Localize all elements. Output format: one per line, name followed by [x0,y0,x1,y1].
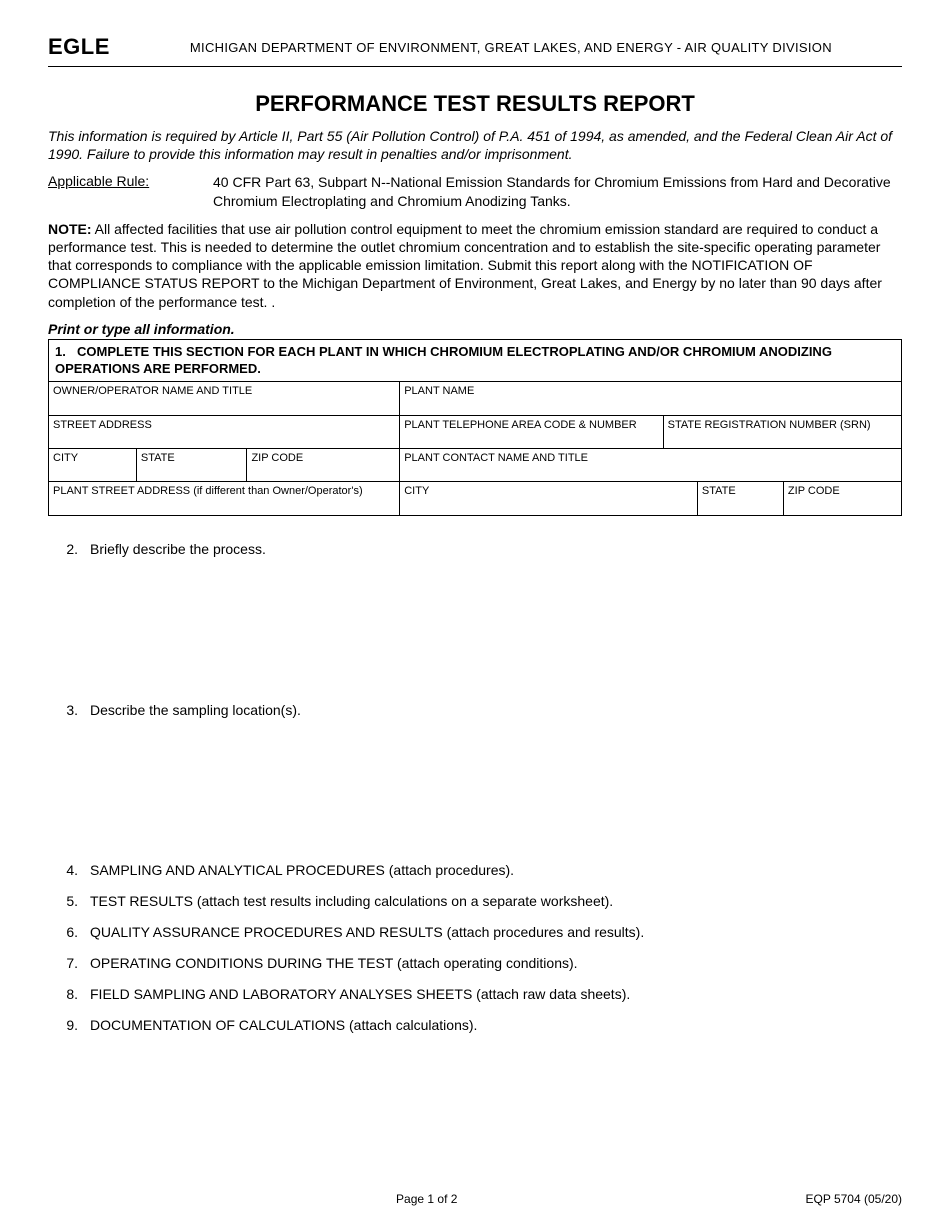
department-name: MICHIGAN DEPARTMENT OF ENVIRONMENT, GREA… [190,40,832,55]
question-text: Describe the sampling location(s). [84,701,902,720]
answer-space-2[interactable] [48,571,902,701]
field-plant-name[interactable]: PLANT NAME [400,382,902,415]
question-text: SAMPLING AND ANALYTICAL PROCEDURES (atta… [84,861,902,880]
question-number: 9. [48,1016,84,1035]
applicable-rule-text: 40 CFR Part 63, Subpart N--National Emis… [213,173,902,209]
field-zip[interactable]: ZIP CODE [247,449,400,482]
applicable-rule-label: Applicable Rule: [48,173,213,209]
table-row: STREET ADDRESS PLANT TELEPHONE AREA CODE… [49,415,902,448]
section-1-table: 1.COMPLETE THIS SECTION FOR EACH PLANT I… [48,339,902,516]
field-plant-contact[interactable]: PLANT CONTACT NAME AND TITLE [400,449,902,482]
field-street-address[interactable]: STREET ADDRESS [49,415,400,448]
print-instruction: Print or type all information. [48,321,902,337]
question-text: TEST RESULTS (attach test results includ… [84,892,902,911]
note-label: NOTE: [48,221,92,237]
question-text: Briefly describe the process. [84,540,902,559]
question-number: 3. [48,701,84,720]
section-1-heading: 1.COMPLETE THIS SECTION FOR EACH PLANT I… [49,339,902,382]
question-number: 5. [48,892,84,911]
question-8: 8. FIELD SAMPLING AND LABORATORY ANALYSE… [48,985,902,1004]
applicable-rule: Applicable Rule: 40 CFR Part 63, Subpart… [48,173,902,209]
question-number: 6. [48,923,84,942]
answer-space-3[interactable] [48,731,902,861]
field-srn[interactable]: STATE REGISTRATION NUMBER (SRN) [663,415,901,448]
logo: EGLE [48,34,110,60]
note-text: All affected facilities that use air pol… [48,221,882,310]
question-text: FIELD SAMPLING AND LABORATORY ANALYSES S… [84,985,902,1004]
table-row: PLANT STREET ADDRESS (if different than … [49,482,902,515]
section-1-number: 1. [55,344,77,361]
field-state-2[interactable]: STATE [697,482,783,515]
question-2: 2. Briefly describe the process. [48,540,902,559]
page-number: Page 1 of 2 [48,1192,805,1206]
field-plant-phone[interactable]: PLANT TELEPHONE AREA CODE & NUMBER [400,415,663,448]
question-number: 4. [48,861,84,880]
questions-list: 2. Briefly describe the process. 3. Desc… [48,540,902,1035]
question-9: 9. DOCUMENTATION OF CALCULATIONS (attach… [48,1016,902,1035]
footer: Page 1 of 2 EQP 5704 (05/20) [0,1192,950,1206]
intro-text: This information is required by Article … [48,127,902,163]
question-text: QUALITY ASSURANCE PROCEDURES AND RESULTS… [84,923,902,942]
table-row: OWNER/OPERATOR NAME AND TITLE PLANT NAME [49,382,902,415]
field-plant-street[interactable]: PLANT STREET ADDRESS (if different than … [49,482,400,515]
question-5: 5. TEST RESULTS (attach test results inc… [48,892,902,911]
note: NOTE: All affected facilities that use a… [48,220,902,311]
field-zip-2[interactable]: ZIP CODE [783,482,901,515]
table-row: CITY STATE ZIP CODE PLANT CONTACT NAME A… [49,449,902,482]
question-3: 3. Describe the sampling location(s). [48,701,902,720]
question-text: DOCUMENTATION OF CALCULATIONS (attach ca… [84,1016,902,1035]
question-number: 8. [48,985,84,1004]
form-id: EQP 5704 (05/20) [805,1192,902,1206]
header: EGLE MICHIGAN DEPARTMENT OF ENVIRONMENT,… [48,34,902,67]
question-4: 4. SAMPLING AND ANALYTICAL PROCEDURES (a… [48,861,902,880]
question-text: OPERATING CONDITIONS DURING THE TEST (at… [84,954,902,973]
field-owner-operator[interactable]: OWNER/OPERATOR NAME AND TITLE [49,382,400,415]
question-number: 7. [48,954,84,973]
field-city-2[interactable]: CITY [400,482,698,515]
question-number: 2. [48,540,84,559]
field-city[interactable]: CITY [49,449,137,482]
section-1-heading-text: COMPLETE THIS SECTION FOR EACH PLANT IN … [55,344,832,376]
question-6: 6. QUALITY ASSURANCE PROCEDURES AND RESU… [48,923,902,942]
page: EGLE MICHIGAN DEPARTMENT OF ENVIRONMENT,… [0,0,950,1230]
question-7: 7. OPERATING CONDITIONS DURING THE TEST … [48,954,902,973]
page-title: PERFORMANCE TEST RESULTS REPORT [48,91,902,117]
field-state[interactable]: STATE [136,449,247,482]
